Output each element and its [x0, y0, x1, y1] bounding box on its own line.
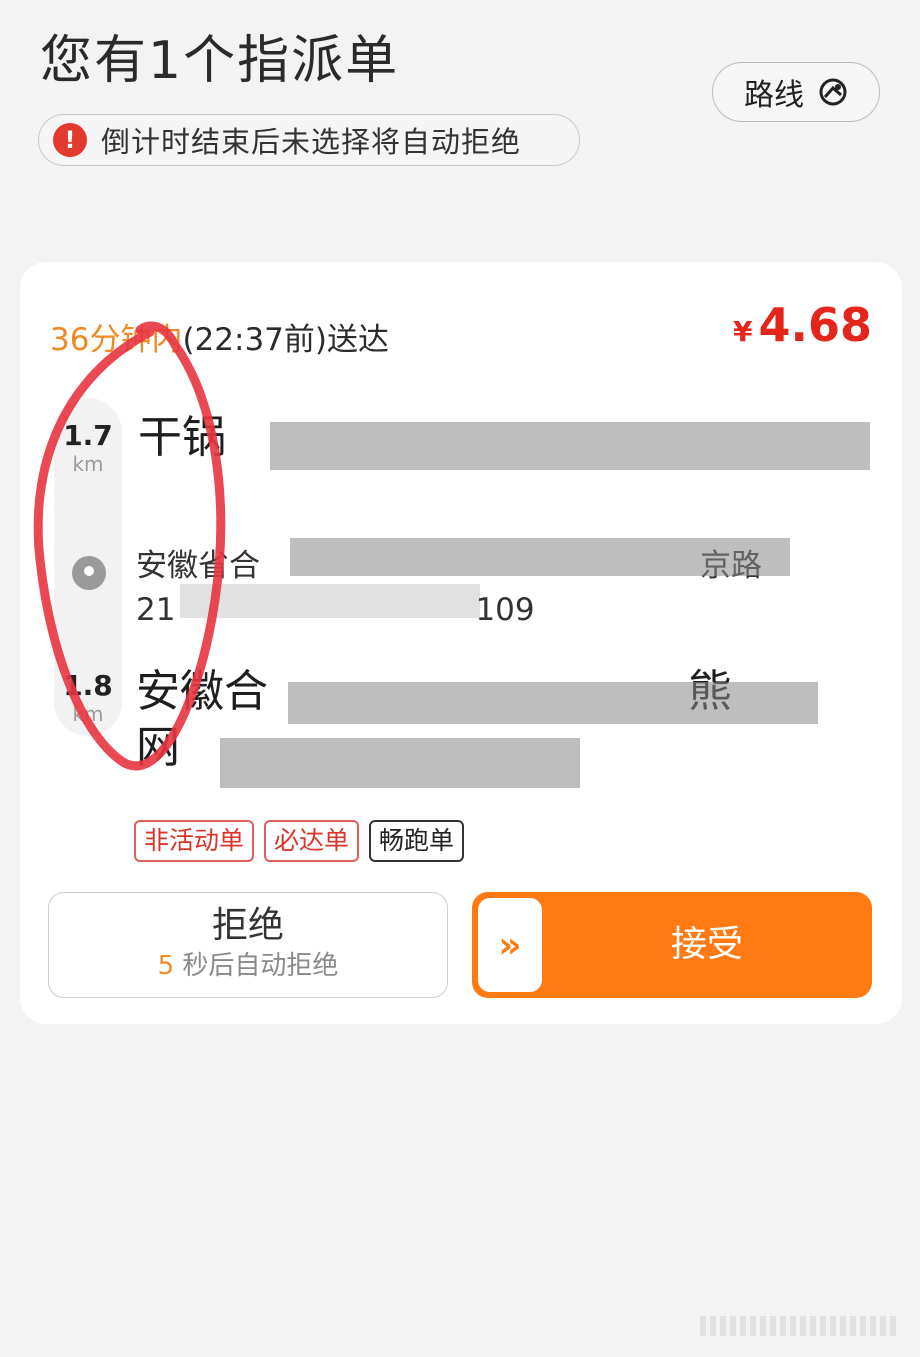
redacted-block	[270, 422, 870, 470]
dropoff-address-line1: 安徽合	[136, 666, 268, 717]
dropoff-distance-unit: km	[72, 702, 104, 726]
redacted-block	[290, 538, 790, 576]
tag-must-deliver: 必达单	[264, 820, 360, 862]
reject-label: 拒绝	[211, 905, 284, 946]
redacted-block	[180, 584, 480, 618]
pickup-distance: 1.7 km	[54, 419, 122, 477]
route-icon	[819, 78, 847, 106]
auto-reject-notice: ! 倒计时结束后未选择将自动拒绝	[38, 114, 580, 166]
dropoff-distance-value: 1.8	[63, 669, 113, 702]
location-pin-icon	[72, 556, 106, 590]
redacted-block	[220, 738, 580, 788]
countdown-seconds: 5	[157, 951, 175, 981]
order-card[interactable]: 36分钟内(22:37前)送达 ¥ 4.68 1.7 km 1.8 km 干锅 …	[20, 262, 902, 1024]
pickup-distance-value: 1.7	[63, 419, 113, 452]
tag-non-activity: 非活动单	[134, 820, 255, 862]
eta-minutes: 36分钟内	[50, 322, 183, 358]
dropoff-address-line2: 网	[136, 722, 180, 773]
accept-label: 接受	[670, 924, 743, 965]
pickup-distance-unit: km	[72, 452, 104, 476]
order-tags: 非活动单 必达单 畅跑单	[134, 820, 465, 862]
pickup-address-line2: 21	[136, 592, 176, 628]
currency-symbol: ¥	[733, 315, 753, 348]
double-chevron-right-icon[interactable]: »	[478, 898, 542, 992]
distance-rail: 1.7 km 1.8 km	[54, 398, 122, 736]
pickup-store-name-text: 干锅	[138, 412, 226, 463]
order-price: ¥ 4.68	[733, 298, 872, 352]
accept-slider[interactable]: » 接受	[472, 892, 872, 998]
tag-smooth-run: 畅跑单	[369, 820, 465, 862]
reject-countdown: 5 秒后自动拒绝	[49, 949, 447, 983]
redacted-block	[288, 682, 818, 724]
dispatch-screen: 您有1个指派单 路线 ! 倒计时结束后未选择将自动拒绝 36分钟内(22:37前…	[0, 0, 920, 1357]
pickup-address-line1: 安徽省合	[136, 548, 260, 584]
notice-text: 倒计时结束后未选择将自动拒绝	[101, 125, 522, 159]
watermark-strip	[700, 1316, 900, 1336]
page-title: 您有1个指派单	[40, 31, 400, 91]
eta-deadline: (22:37前)送达	[182, 322, 389, 358]
countdown-text: 秒后自动拒绝	[174, 951, 339, 981]
warning-icon: !	[53, 123, 87, 157]
pickup-address-line2-end: 109	[475, 592, 535, 628]
dropoff-distance: 1.8 km	[54, 669, 122, 727]
route-button-label: 路线	[744, 78, 804, 113]
price-value: 4.68	[758, 298, 873, 352]
reject-button[interactable]: 拒绝 5 秒后自动拒绝	[48, 892, 448, 998]
route-button[interactable]: 路线	[712, 62, 880, 122]
delivery-eta: 36分钟内(22:37前)送达	[50, 314, 389, 359]
